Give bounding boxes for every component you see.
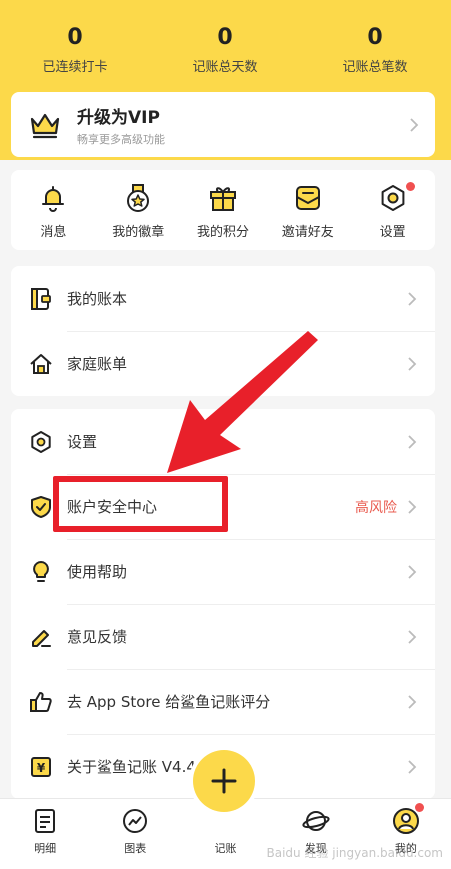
menu-item-label: 去 App Store 给鲨鱼记账评分 — [67, 693, 271, 711]
add-record-button[interactable] — [193, 750, 255, 812]
crown-icon — [30, 113, 60, 138]
stat-label: 记账总笔数 — [342, 60, 408, 75]
menu-item-label: 意见反馈 — [67, 628, 128, 646]
tab-charts[interactable]: 图表 — [90, 799, 180, 869]
profile-icon — [392, 808, 419, 834]
lightbulb-icon — [33, 560, 49, 582]
annotation-highlight-box — [53, 476, 228, 532]
menu-item-label: 设置 — [67, 433, 98, 451]
shortcut-label: 设置 — [379, 225, 406, 240]
menu-item-settings[interactable]: 设置 — [11, 409, 435, 474]
chart-icon — [123, 809, 148, 833]
tab-label: 明细 — [34, 842, 57, 855]
menu-item-label: 我的账本 — [67, 290, 128, 308]
stat-label: 已连续打卡 — [42, 60, 108, 75]
chevron-right-icon — [408, 759, 417, 774]
risk-status-badge: 高风险 — [355, 499, 397, 516]
shortcut-badges[interactable]: 我的徽章 — [96, 170, 181, 250]
shortcut-label: 邀请好友 — [281, 225, 334, 240]
notification-dot — [414, 803, 424, 812]
watermark: Baidu 经验 jingyan.baidu.com — [266, 846, 443, 860]
chevron-right-icon — [408, 291, 417, 306]
vip-title: 升级为VIP — [77, 107, 160, 128]
ledger-icon — [31, 287, 51, 310]
shield-icon — [31, 495, 51, 518]
stat-streak[interactable]: 0 已连续打卡 — [0, 22, 150, 82]
badge-icon — [127, 184, 150, 212]
chevron-right-icon — [408, 629, 417, 644]
yen-icon: ¥ — [31, 756, 51, 777]
notification-dot — [406, 182, 416, 191]
planet-icon — [302, 811, 330, 831]
menu-group-books: 我的账本 家庭账单 — [11, 266, 435, 396]
menu-item-family-bills[interactable]: 家庭账单 — [11, 331, 435, 396]
chevron-right-icon — [408, 499, 417, 514]
pencil-icon — [32, 629, 51, 647]
chevron-right-icon — [408, 356, 417, 371]
stats-bar: 0 已连续打卡 0 记账总天数 0 记账总笔数 — [0, 22, 451, 82]
menu-item-feedback[interactable]: 意见反馈 — [11, 604, 435, 669]
menu-group-general: 设置 账户安全中心 高风险 使用帮助 意见反馈 去 App Store 给鲨鱼记 — [11, 409, 435, 799]
shortcut-points[interactable]: 我的积分 — [181, 170, 266, 250]
bell-icon — [42, 186, 65, 212]
hexagon-settings-icon — [381, 185, 404, 211]
stat-value: 0 — [217, 25, 233, 50]
chevron-right-icon — [408, 434, 417, 449]
hexagon-settings-icon — [31, 430, 51, 453]
menu-item-label: 家庭账单 — [67, 355, 128, 373]
tab-label: 记账 — [214, 842, 237, 855]
chevron-right-icon — [410, 117, 419, 132]
menu-item-label: 使用帮助 — [67, 563, 128, 581]
stat-total-days[interactable]: 0 记账总天数 — [150, 22, 300, 82]
vip-subtitle: 畅享更多高级功能 — [77, 132, 165, 146]
shortcut-label: 消息 — [40, 225, 67, 240]
chevron-right-icon — [408, 564, 417, 579]
envelope-icon — [295, 186, 320, 210]
gift-icon — [209, 187, 236, 211]
document-icon — [35, 809, 56, 833]
shortcut-label: 我的徽章 — [112, 225, 165, 240]
shortcut-label: 我的积分 — [196, 225, 249, 240]
tab-label: 图表 — [124, 842, 147, 855]
shortcut-grid: 消息 我的徽章 我的积分 邀请好友 设置 — [11, 170, 435, 250]
shortcut-settings[interactable]: 设置 — [350, 170, 435, 250]
plus-icon — [211, 768, 237, 794]
shortcut-messages[interactable]: 消息 — [11, 170, 96, 250]
stat-value: 0 — [367, 25, 383, 50]
stat-total-entries[interactable]: 0 记账总笔数 — [300, 22, 450, 82]
menu-item-my-ledger[interactable]: 我的账本 — [11, 266, 435, 331]
chevron-right-icon — [408, 694, 417, 709]
thumbs-up-icon — [30, 691, 52, 712]
svg-text:¥: ¥ — [37, 761, 46, 775]
home-icon — [30, 353, 52, 374]
tab-details[interactable]: 明细 — [0, 799, 90, 869]
menu-item-rate-app[interactable]: 去 App Store 给鲨鱼记账评分 — [11, 669, 435, 734]
vip-upgrade-card[interactable]: 升级为VIP 畅享更多高级功能 — [11, 92, 435, 157]
stat-label: 记账总天数 — [192, 60, 258, 75]
menu-item-help[interactable]: 使用帮助 — [11, 539, 435, 604]
shortcut-invite[interactable]: 邀请好友 — [265, 170, 350, 250]
stat-value: 0 — [67, 25, 83, 50]
